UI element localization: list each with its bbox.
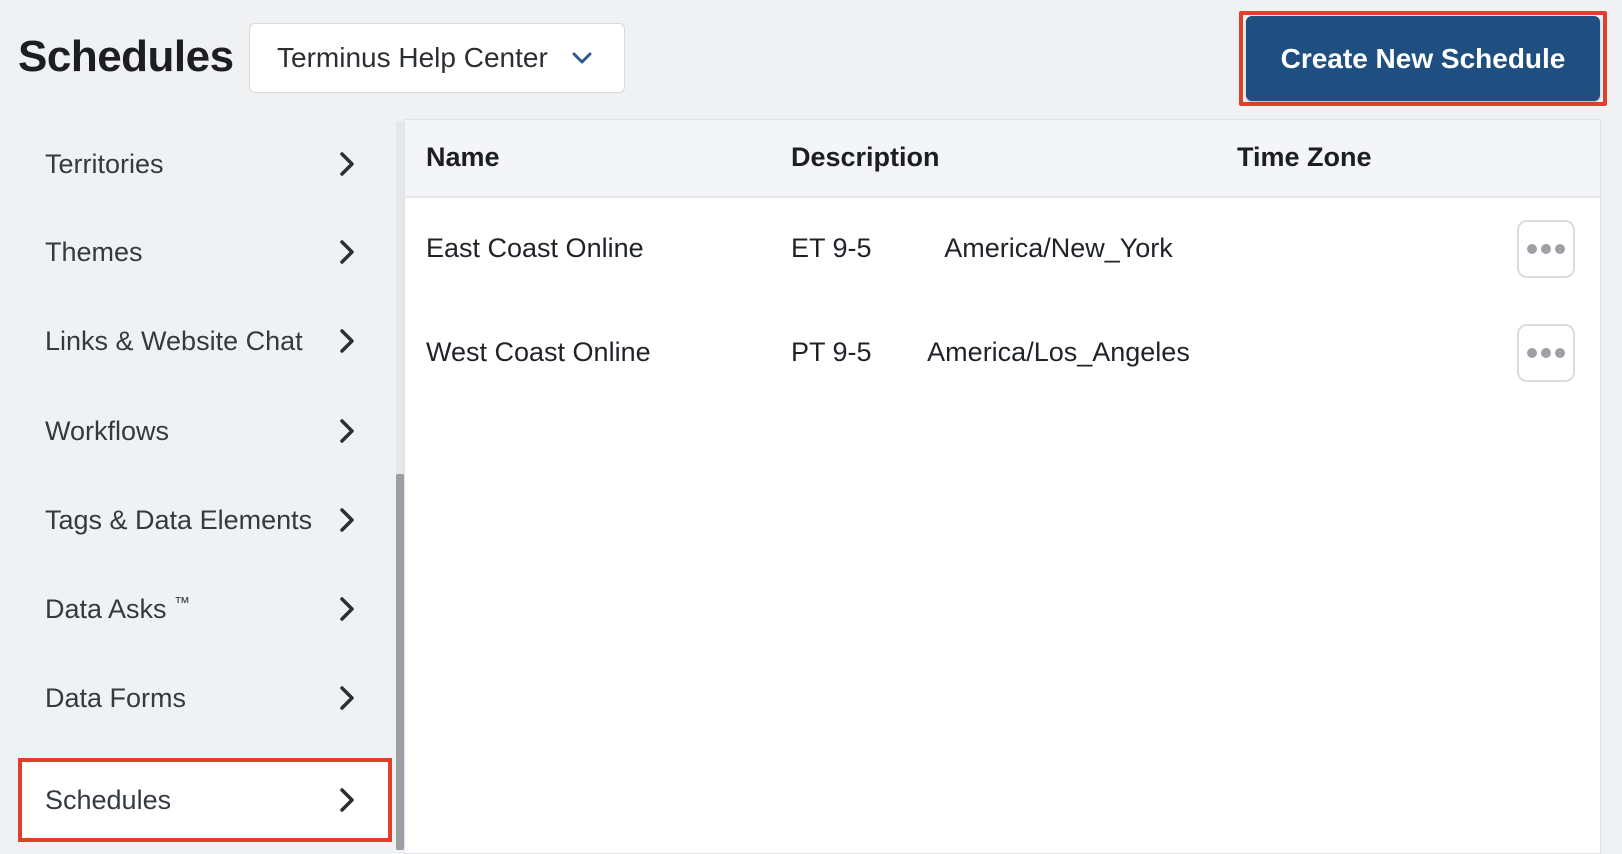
column-header-description[interactable]: Description bbox=[791, 142, 940, 173]
sidebar-item-data-asks[interactable]: Data Asks ™ bbox=[18, 567, 392, 651]
account-selector[interactable]: Terminus Help Center bbox=[249, 23, 625, 93]
sidebar-item-tags-data-elements[interactable]: Tags & Data Elements bbox=[18, 478, 392, 562]
more-horizontal-icon bbox=[1525, 348, 1567, 358]
sidebar-item-label-text: Data Asks bbox=[45, 593, 167, 624]
column-header-name[interactable]: Name bbox=[426, 142, 500, 173]
chevron-right-icon bbox=[332, 326, 362, 356]
chevron-down-icon bbox=[562, 38, 602, 78]
account-selector-label: Terminus Help Center bbox=[277, 42, 548, 73]
table-row[interactable]: West Coast Online PT 9-5 America/Los_Ang… bbox=[405, 303, 1600, 403]
chevron-right-icon bbox=[332, 237, 362, 267]
sidebar-item-label: Links & Website Chat bbox=[45, 325, 303, 356]
sidebar-item-label: Workflows bbox=[45, 415, 170, 446]
create-new-schedule-button[interactable]: Create New Schedule bbox=[1246, 16, 1600, 101]
row-actions-button[interactable] bbox=[1517, 220, 1575, 278]
schedules-table: Name Description Time Zone East Coast On… bbox=[404, 119, 1601, 854]
sidebar-item-label: Schedules bbox=[45, 784, 172, 815]
sidebar-item-label: Territories bbox=[45, 148, 164, 179]
sidebar-item-territories[interactable]: Territories bbox=[18, 122, 392, 206]
schedule-time-zone: America/New_York bbox=[944, 233, 1173, 263]
sidebar-item-workflows[interactable]: Workflows bbox=[18, 389, 392, 473]
chevron-right-icon bbox=[332, 149, 362, 179]
sidebar-item-label: Data Asks ™ bbox=[45, 594, 332, 625]
chevron-right-icon bbox=[332, 416, 362, 446]
trademark-mark: ™ bbox=[174, 594, 191, 612]
sidebar-scrollbar-thumb[interactable] bbox=[396, 474, 404, 850]
column-header-time-zone[interactable]: Time Zone bbox=[1237, 142, 1372, 173]
sidebar-item-label: Data Forms bbox=[45, 682, 187, 713]
chevron-right-icon bbox=[332, 683, 362, 713]
chevron-right-icon bbox=[332, 785, 362, 815]
table-row[interactable]: East Coast Online ET 9-5 America/New_Yor… bbox=[405, 199, 1600, 299]
chevron-right-icon bbox=[332, 594, 362, 624]
sidebar-item-label: Themes bbox=[45, 236, 143, 267]
schedule-time-zone: America/Los_Angeles bbox=[927, 337, 1190, 367]
sidebar-item-schedules[interactable]: Schedules bbox=[18, 758, 392, 842]
sidebar-item-themes[interactable]: Themes bbox=[18, 210, 392, 294]
sidebar-item-links-website-chat[interactable]: Links & Website Chat bbox=[18, 299, 392, 383]
row-actions-button[interactable] bbox=[1517, 324, 1575, 382]
sidebar-nav: Territories Themes Links & Website Chat … bbox=[0, 121, 396, 850]
chevron-right-icon bbox=[332, 505, 362, 535]
sidebar-item-data-forms[interactable]: Data Forms bbox=[18, 656, 392, 740]
table-header: Name Description Time Zone bbox=[405, 120, 1600, 198]
page-title: Schedules bbox=[18, 32, 234, 81]
sidebar-item-label: Tags & Data Elements bbox=[45, 504, 313, 535]
more-horizontal-icon bbox=[1525, 244, 1567, 254]
